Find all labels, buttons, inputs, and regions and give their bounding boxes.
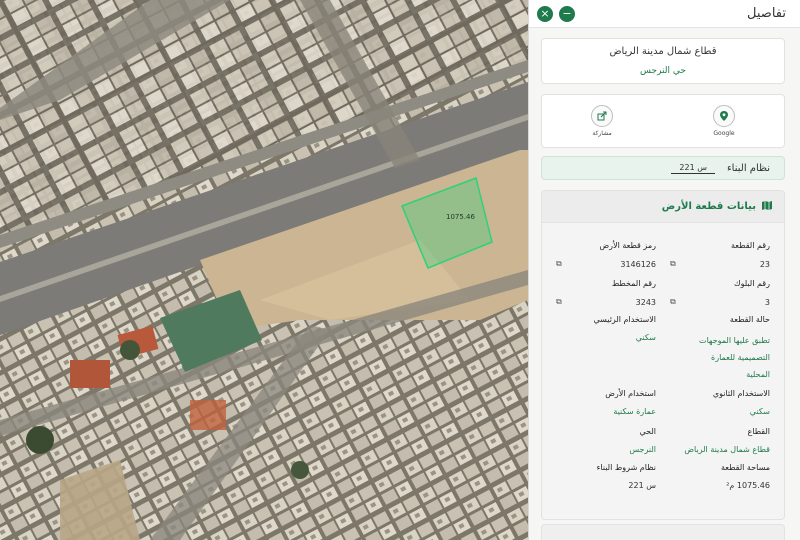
land-use-label: استخدام الأرض — [605, 389, 656, 398]
plot-status-line: التصميمية للعمارة — [711, 353, 770, 362]
minus-icon[interactable]: − — [559, 5, 575, 22]
map-canvas[interactable]: 1075.46 — [0, 0, 528, 540]
plot-number-value: 23 — [759, 259, 770, 269]
share-button-label: مشاركة — [592, 130, 612, 137]
plot-number-field: رقم القطعة 23 ⧉ — [670, 241, 770, 269]
main-use-value: سكني — [635, 333, 656, 342]
secondary-use-value: سكني — [749, 407, 770, 416]
area-card: قطاع شمال مدينة الرياض حي النرجس — [541, 38, 785, 84]
conditions-label: نظام شروط البناء — [596, 463, 656, 472]
district-value: النرجس — [629, 445, 656, 454]
details-panel: تفاصيل × − قطاع شمال مدينة الرياض حي الن… — [528, 0, 800, 540]
land-info-title: بيانات قطعة الأرض — [661, 201, 756, 212]
conditions-value: س 221 — [628, 481, 656, 490]
land-use-value: عمارة سكنية — [613, 407, 656, 416]
secondary-use-label: الاستخدام الثانوي — [712, 389, 770, 398]
next-card-strip — [541, 524, 785, 540]
secondary-use-field: الاستخدام الثانوي سكني — [670, 389, 770, 416]
close-icon[interactable]: × — [537, 5, 553, 22]
plot-status-line: تطبق عليها الموجهات — [699, 336, 770, 345]
plot-area-label: مساحة القطعة — [720, 463, 770, 472]
conditions-field: نظام شروط البناء س 221 — [556, 463, 656, 490]
district-field: الحي النرجس — [556, 427, 656, 454]
plot-status-value: تطبق عليها الموجهات التصميمية للعمارة ال… — [660, 332, 770, 383]
block-number-field: رقم البلوك 3 ⧉ — [670, 279, 770, 307]
plot-status-line: المحلية — [746, 370, 770, 379]
land-info-header[interactable]: بيانات قطعة الأرض — [542, 191, 784, 223]
plot-area-field: مساحة القطعة 1075.46 م² — [670, 463, 770, 490]
block-number-label: رقم البلوك — [733, 279, 770, 288]
sector-field: القطاع قطاع شمال مدينة الرياض — [650, 427, 770, 454]
actions-card: Google مشاركة — [541, 94, 785, 148]
main-use-label: الاستخدام الرئيسي — [593, 315, 656, 324]
sector-label: القطاع — [747, 427, 770, 436]
google-button-label: Google — [713, 130, 735, 137]
plot-number-label: رقم القطعة — [731, 241, 770, 250]
building-system-value[interactable]: س 221 — [671, 163, 715, 174]
share-button[interactable]: مشاركة — [582, 105, 622, 137]
main-use-field: الاستخدام الرئيسي سكني — [556, 315, 656, 342]
sector-value: قطاع شمال مدينة الرياض — [684, 445, 770, 454]
block-number-value: 3 — [764, 297, 770, 307]
share-icon — [591, 105, 613, 127]
plan-number-field: رقم المخطط 3243 ⧉ — [556, 279, 656, 307]
land-code-value: 3146126 — [620, 259, 656, 269]
plot-area-value: 1075.46 م² — [726, 481, 770, 490]
copy-icon[interactable]: ⧉ — [670, 297, 676, 307]
plot-status-field: حالة القطعة تطبق عليها الموجهات التصميمي… — [658, 315, 770, 383]
district-label: الحي — [639, 427, 657, 436]
plot-status-label: حالة القطعة — [729, 315, 770, 324]
land-use-field: استخدام الأرض عمارة سكنية — [556, 389, 656, 416]
map-icon — [762, 200, 772, 213]
copy-icon[interactable]: ⧉ — [670, 259, 676, 269]
land-code-field: رمز قطعة الأرض 3146126 ⧉ — [556, 241, 656, 269]
satellite-map[interactable]: 1075.46 — [0, 0, 528, 540]
google-button[interactable]: Google — [704, 105, 744, 137]
land-info-card: بيانات قطعة الأرض رقم القطعة 23 ⧉ رمز قطع… — [541, 190, 785, 520]
building-system-label: نظام البناء — [726, 162, 770, 174]
google-maps-icon — [713, 105, 735, 127]
plan-number-value: 3243 — [635, 297, 656, 307]
panel-title: تفاصيل — [747, 6, 786, 21]
area-sector: قطاع شمال مدينة الرياض — [609, 46, 717, 57]
copy-icon[interactable]: ⧉ — [556, 297, 562, 307]
copy-icon[interactable]: ⧉ — [556, 259, 562, 269]
plan-number-label: رقم المخطط — [611, 279, 656, 288]
land-code-label: رمز قطعة الأرض — [599, 241, 656, 250]
plot-area-map-label: 1075.46 — [446, 213, 475, 221]
area-district: حي النرجس — [640, 66, 686, 76]
building-system-card: نظام البناء س 221 — [541, 156, 785, 180]
panel-header: تفاصيل × − — [529, 0, 800, 28]
